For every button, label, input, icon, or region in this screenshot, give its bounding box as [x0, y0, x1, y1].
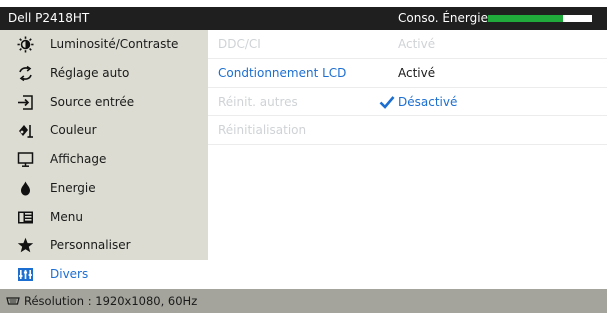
sidebar-item-label: Couleur [50, 123, 97, 138]
display-icon [17, 152, 34, 167]
setting-name: Condtionnement LCD [218, 65, 347, 80]
resolution-status: Résolution : 1920x1080, 60Hz [24, 294, 198, 308]
sidebar-item-menu[interactable]: Menu [0, 203, 208, 232]
sidebar-item-display[interactable]: Affichage [0, 145, 208, 174]
sidebar-item-input-source[interactable]: Source entrée [0, 88, 208, 117]
energy-meter-bar [488, 15, 592, 22]
sidebar-item-color[interactable]: Couleur [0, 116, 208, 145]
star-icon [17, 238, 34, 253]
sidebar-item-label: Energie [50, 180, 96, 195]
sidebar-item-energy[interactable]: Energie [0, 174, 208, 203]
setting-value: Activé [398, 37, 436, 51]
brightness-icon [17, 36, 34, 53]
monitor-model-title: Dell P2418HT [8, 11, 90, 25]
others-icon [18, 268, 33, 281]
monitor-osd-menu: Dell P2418HT Conso. Énergie Luminosité/C… [0, 7, 607, 313]
sidebar-item-personalize[interactable]: Personnaliser [0, 231, 208, 260]
setting-name: Réinit. autres [218, 94, 298, 109]
sidebar-item-auto-adjust[interactable]: Réglage auto [0, 59, 208, 88]
setting-row-lcd-conditioning[interactable]: Condtionnement LCD Activé [208, 59, 607, 88]
sidebar-item-label: Source entrée [50, 94, 135, 109]
sidebar-item-label: Divers [50, 267, 89, 281]
setting-row-factory-reset: Réinitialisation [208, 116, 607, 145]
setting-value[interactable]: Activé [398, 66, 435, 80]
setting-row-reset-others: Réinit. autres Désactivé [208, 88, 607, 117]
osd-header: Dell P2418HT Conso. Énergie [0, 7, 607, 30]
sidebar-item-label: Luminosité/Contraste [50, 37, 179, 51]
checkmark-icon [379, 95, 395, 109]
sidebar-item-label: Menu [50, 209, 83, 224]
others-settings-panel: DDC/CI Activé Condtionnement LCD Activé … [208, 30, 607, 289]
energy-meter-label: Conso. Énergie [398, 11, 488, 25]
setting-row-ddc-ci: DDC/CI Activé [208, 30, 607, 59]
auto-adjust-icon [19, 65, 32, 81]
setting-name: DDC/CI [218, 37, 261, 51]
connector-icon [6, 297, 20, 305]
input-source-icon [18, 94, 33, 110]
osd-sidebar: Luminosité/Contraste Réglage auto Source… [0, 30, 208, 289]
energy-meter-fill [488, 15, 563, 22]
sidebar-item-brightness-contrast[interactable]: Luminosité/Contraste [0, 30, 208, 59]
sidebar-item-label: Affichage [50, 152, 107, 166]
sidebar-item-label: Réglage auto [50, 65, 130, 80]
sidebar-item-others[interactable]: Divers [0, 260, 208, 289]
sidebar-item-label: Personnaliser [50, 238, 131, 253]
menu-icon [18, 211, 33, 223]
energy-icon [21, 181, 30, 196]
color-icon [19, 125, 33, 139]
osd-footer: Résolution : 1920x1080, 60Hz [0, 289, 607, 313]
setting-value[interactable]: Désactivé [398, 95, 457, 109]
setting-name: Réinitialisation [218, 123, 307, 138]
